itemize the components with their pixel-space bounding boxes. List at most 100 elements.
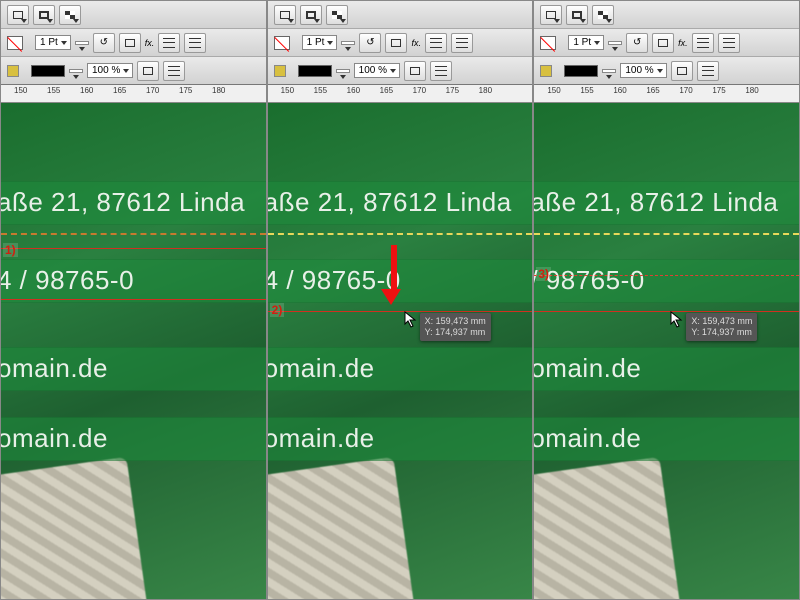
ruler-tick-label: 160 <box>80 86 93 95</box>
frame-fit-button[interactable] <box>33 5 55 25</box>
guide-red-bottom[interactable] <box>1 299 266 300</box>
view-mode-button[interactable] <box>540 5 562 25</box>
text-wrap-button[interactable] <box>718 33 740 53</box>
corner-options-button[interactable] <box>385 33 407 53</box>
color-swatch[interactable] <box>298 65 332 77</box>
ruler-tick-label: 175 <box>712 86 725 95</box>
align-panel-button[interactable] <box>430 61 452 81</box>
tint-select[interactable] <box>69 69 83 73</box>
drop-shadow-button[interactable] <box>404 61 426 81</box>
corner-options-button[interactable] <box>119 33 141 53</box>
text-wrap-button[interactable] <box>451 33 473 53</box>
ruler-tick-label: 165 <box>380 86 393 95</box>
ruler-tick-label: 150 <box>14 86 27 95</box>
paragraph-align-button[interactable] <box>158 33 180 53</box>
corner-options-button[interactable] <box>652 33 674 53</box>
pointer-cursor-icon <box>404 311 418 329</box>
paragraph-align-button[interactable] <box>692 33 714 53</box>
text-phone: 4 / 98765-0 <box>1 265 134 296</box>
paragraph-align-button[interactable] <box>425 33 447 53</box>
layout-button[interactable] <box>59 5 81 25</box>
text-domain-2: omain.de <box>534 423 641 454</box>
color-swatch[interactable] <box>31 65 65 77</box>
fill-swatch[interactable] <box>274 65 286 77</box>
ruler-tick-label: 180 <box>745 86 758 95</box>
stroke-weight-select[interactable]: 1 Pt <box>35 35 71 50</box>
align-panel-button[interactable] <box>697 61 719 81</box>
ruler-tick-label: 150 <box>281 86 294 95</box>
text-wrap-button[interactable] <box>184 33 206 53</box>
effects-button[interactable]: fx. <box>145 38 155 48</box>
ruler-tick-label: 155 <box>580 86 593 95</box>
opacity-select[interactable]: 100 % <box>620 63 666 78</box>
toolbar-row-2: 1 Pt ↺ fx. <box>1 29 266 57</box>
swap-fill-stroke-button[interactable]: ↺ <box>93 33 115 53</box>
ruler-tick-label: 170 <box>413 86 426 95</box>
ruler-tick-label: 170 <box>679 86 692 95</box>
fill-swatch[interactable] <box>540 65 552 77</box>
panel-3: 1 Pt ↺ fx. 100 % 150 155 160 165 170 175… <box>533 0 800 600</box>
toolbar-row-3: 100 % <box>1 57 266 85</box>
stroke-style-select[interactable] <box>608 41 622 45</box>
text-address: aße 21, 87612 Linda <box>268 187 512 218</box>
guide-dashed-red[interactable] <box>534 275 799 276</box>
stroke-style-select[interactable] <box>341 41 355 45</box>
guide-dashed-yellow <box>534 233 799 235</box>
view-mode-button[interactable] <box>274 5 296 25</box>
stroke-none-swatch[interactable] <box>274 36 290 50</box>
toolbar-row-3: 100 % <box>268 57 533 85</box>
toolbar-row-1 <box>534 1 799 29</box>
effects-button[interactable]: fx. <box>411 38 421 48</box>
guide-red-line[interactable] <box>534 311 799 312</box>
ruler-tick-label: 180 <box>479 86 492 95</box>
swap-fill-stroke-button[interactable]: ↺ <box>359 33 381 53</box>
toolbar-row-1 <box>268 1 533 29</box>
canvas-area[interactable]: aße 21, 87612 Linda / 98765-0 omain.de o… <box>534 103 799 600</box>
opacity-select[interactable]: 100 % <box>87 63 133 78</box>
ruler-tick-label: 160 <box>613 86 626 95</box>
ruler-tick-label: 170 <box>146 86 159 95</box>
text-address: aße 21, 87612 Linda <box>1 187 245 218</box>
ruler-tick-label: 165 <box>646 86 659 95</box>
swap-fill-stroke-button[interactable]: ↺ <box>626 33 648 53</box>
layout-button[interactable] <box>592 5 614 25</box>
canvas-area[interactable]: aße 21, 87612 Linda 4 / 98765-0 omain.de… <box>268 103 533 600</box>
tint-select[interactable] <box>602 69 616 73</box>
text-domain-2: omain.de <box>1 423 108 454</box>
stroke-weight-select[interactable]: 1 Pt <box>302 35 338 50</box>
ruler-tick-label: 175 <box>179 86 192 95</box>
fill-swatch[interactable] <box>7 65 19 77</box>
horizontal-ruler[interactable]: 150 155 160 165 170 175 180 <box>534 85 799 103</box>
color-swatch[interactable] <box>564 65 598 77</box>
guide-dashed-yellow <box>268 233 533 235</box>
stroke-style-select[interactable] <box>75 41 89 45</box>
tint-select[interactable] <box>336 69 350 73</box>
text-domain-2: omain.de <box>268 423 375 454</box>
ruler-tick-label: 155 <box>314 86 327 95</box>
drop-shadow-button[interactable] <box>137 61 159 81</box>
stroke-none-swatch[interactable] <box>7 36 23 50</box>
horizontal-ruler[interactable]: 150 155 160 165 170 175 180 <box>1 85 266 103</box>
panel-1: 1 Pt ↺ fx. 100 % 150 155 160 165 170 175… <box>0 0 267 600</box>
ruler-tick-label: 160 <box>347 86 360 95</box>
drop-shadow-button[interactable] <box>671 61 693 81</box>
guide-red-top[interactable] <box>1 248 266 249</box>
opacity-select[interactable]: 100 % <box>354 63 400 78</box>
view-mode-button[interactable] <box>7 5 29 25</box>
canvas-area[interactable]: aße 21, 87612 Linda 4 / 98765-0 omain.de… <box>1 103 266 600</box>
guide-red-dragged[interactable] <box>268 311 533 312</box>
frame-fit-button[interactable] <box>300 5 322 25</box>
horizontal-ruler[interactable]: 150 155 160 165 170 175 180 <box>268 85 533 103</box>
layout-button[interactable] <box>326 5 348 25</box>
frame-fit-button[interactable] <box>566 5 588 25</box>
ruler-tick-label: 180 <box>212 86 225 95</box>
tooltip-x: X: 159,473 mm <box>425 316 486 327</box>
coordinate-tooltip: X: 159,473 mm Y: 174,937 mm <box>420 313 491 341</box>
align-panel-button[interactable] <box>163 61 185 81</box>
toolbar-row-3: 100 % <box>534 57 799 85</box>
effects-button[interactable]: fx. <box>678 38 688 48</box>
stroke-none-swatch[interactable] <box>540 36 556 50</box>
stroke-weight-select[interactable]: 1 Pt <box>568 35 604 50</box>
toolbar-row-2: 1 Pt ↺ fx. <box>268 29 533 57</box>
ruler-tick-label: 165 <box>113 86 126 95</box>
